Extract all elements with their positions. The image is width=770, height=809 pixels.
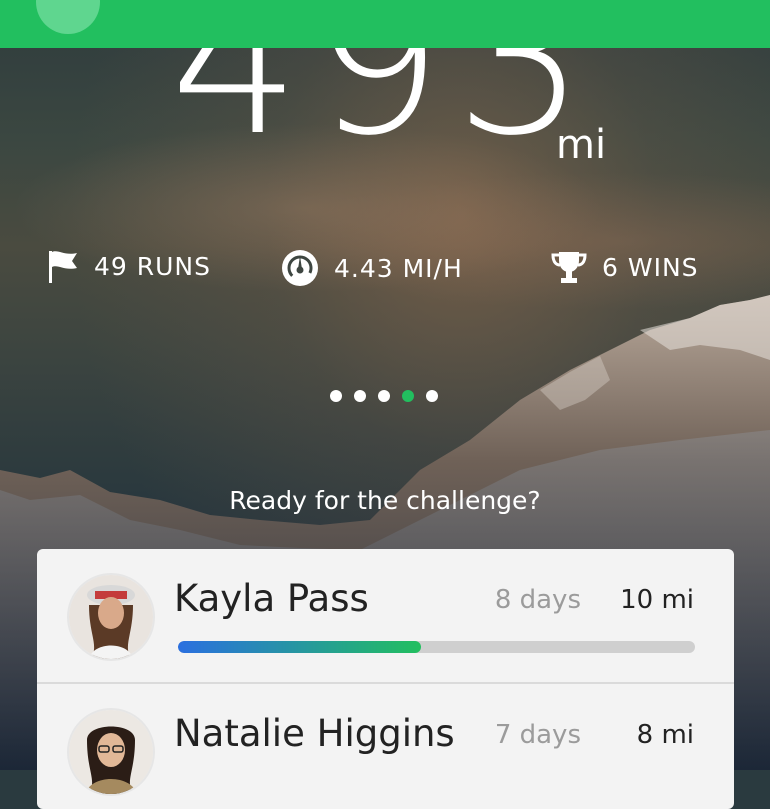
distance-unit: mi [556, 122, 607, 168]
challenge-prompt: Ready for the challenge? [229, 486, 541, 515]
avatar [67, 708, 155, 796]
list-item[interactable]: Kayla Pass 8 days 10 mi [37, 549, 734, 682]
challenger-days: 7 days [494, 720, 581, 750]
challenger-name: Kayla Pass [174, 577, 369, 620]
stat-wins: 6 WINS [550, 248, 699, 286]
speedometer-icon [280, 248, 334, 288]
stat-wins-label: 6 WINS [602, 252, 699, 282]
flag-icon [46, 248, 94, 284]
page-dot-4-active[interactable] [402, 390, 414, 402]
page-dot-1[interactable] [330, 390, 342, 402]
profile-avatar-button[interactable] [36, 0, 100, 34]
trophy-icon [550, 248, 602, 286]
challenger-days: 8 days [494, 585, 581, 615]
page-dot-3[interactable] [378, 390, 390, 402]
page-indicator [330, 390, 438, 402]
avatar [67, 573, 155, 661]
stat-runs-label: 49 RUNS [94, 251, 211, 281]
stat-runs: 49 RUNS [46, 248, 211, 284]
challenger-name: Natalie Higgins [174, 712, 455, 755]
challenger-miles: 8 mi [636, 720, 694, 750]
challengers-list: Kayla Pass 8 days 10 mi Natalie Higgins … [37, 549, 734, 809]
page-dot-5[interactable] [426, 390, 438, 402]
stat-speed: 4.43 MI/H [280, 248, 463, 288]
list-item[interactable]: Natalie Higgins 7 days 8 mi [37, 682, 734, 809]
challenger-miles: 10 mi [620, 585, 694, 615]
challenge-progress-fill [178, 641, 421, 653]
stat-speed-label: 4.43 MI/H [334, 253, 463, 283]
stats-row: 49 RUNS 4.43 MI/H 6 WINS [0, 248, 770, 288]
challenge-progress-bar [178, 641, 695, 653]
top-app-bar [0, 0, 770, 48]
page-dot-2[interactable] [354, 390, 366, 402]
